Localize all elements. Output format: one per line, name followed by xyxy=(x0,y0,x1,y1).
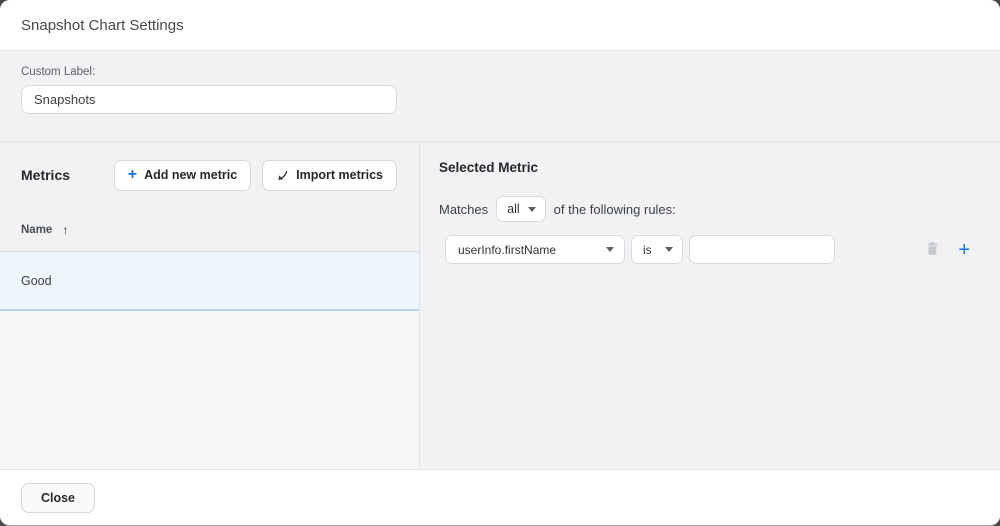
metric-list: Good xyxy=(0,252,419,469)
import-arrow-icon xyxy=(276,169,289,182)
rule-field-select[interactable]: userInfo.firstName xyxy=(445,235,625,264)
matches-prefix-text: Matches xyxy=(439,202,488,217)
dialog-footer: Close xyxy=(0,469,1000,525)
match-sentence: Matches all of the following rules: xyxy=(439,196,980,222)
dialog-header: Snapshot Chart Settings xyxy=(0,0,1000,51)
metric-row-good[interactable]: Good xyxy=(0,252,419,311)
rule-row: userInfo.firstName is xyxy=(445,235,980,264)
match-type-select[interactable]: all xyxy=(496,196,546,222)
rule-field-value: userInfo.firstName xyxy=(458,243,556,257)
plus-icon: + xyxy=(958,240,970,260)
chevron-down-icon xyxy=(606,247,614,252)
metrics-button-group: + Add new metric Import metrics xyxy=(114,160,397,191)
metrics-heading: Metrics xyxy=(21,167,70,183)
custom-label-section: Custom Label: xyxy=(0,51,1000,142)
trash-icon xyxy=(926,241,939,259)
add-new-metric-label: Add new metric xyxy=(144,168,237,182)
chevron-down-icon xyxy=(528,207,536,212)
custom-label-input[interactable] xyxy=(21,85,397,114)
metrics-panel: Metrics + Add new metric Import xyxy=(0,142,420,469)
selected-metric-panel: Selected Metric Matches all of the follo… xyxy=(420,142,1000,469)
rule-operator-value: is xyxy=(643,243,652,257)
rule-value-input[interactable] xyxy=(689,235,835,264)
metric-name: Good xyxy=(21,274,52,288)
snapshot-chart-settings-dialog: Snapshot Chart Settings Custom Label: Me… xyxy=(0,0,1000,526)
dialog-body: Metrics + Add new metric Import xyxy=(0,142,1000,469)
matches-suffix-text: of the following rules: xyxy=(554,202,676,217)
chevron-down-icon xyxy=(665,247,673,252)
rule-operator-select[interactable]: is xyxy=(631,235,683,264)
name-column-header[interactable]: Name ↑ xyxy=(0,208,419,252)
sort-ascending-icon: ↑ xyxy=(62,224,68,236)
add-rule-button[interactable]: + xyxy=(958,240,970,260)
import-metrics-button[interactable]: Import metrics xyxy=(262,160,397,191)
rule-actions: + xyxy=(926,240,974,260)
import-metrics-label: Import metrics xyxy=(296,168,383,182)
delete-rule-button[interactable] xyxy=(926,241,939,259)
plus-icon: + xyxy=(128,167,137,183)
selected-metric-heading: Selected Metric xyxy=(439,160,980,175)
add-new-metric-button[interactable]: + Add new metric xyxy=(114,160,251,191)
name-column-label: Name xyxy=(21,224,52,236)
close-button[interactable]: Close xyxy=(21,483,95,513)
metrics-toolbar: Metrics + Add new metric Import xyxy=(0,142,419,208)
dialog-title: Snapshot Chart Settings xyxy=(21,17,184,34)
match-type-value: all xyxy=(507,202,520,216)
custom-label: Custom Label: xyxy=(21,66,979,78)
